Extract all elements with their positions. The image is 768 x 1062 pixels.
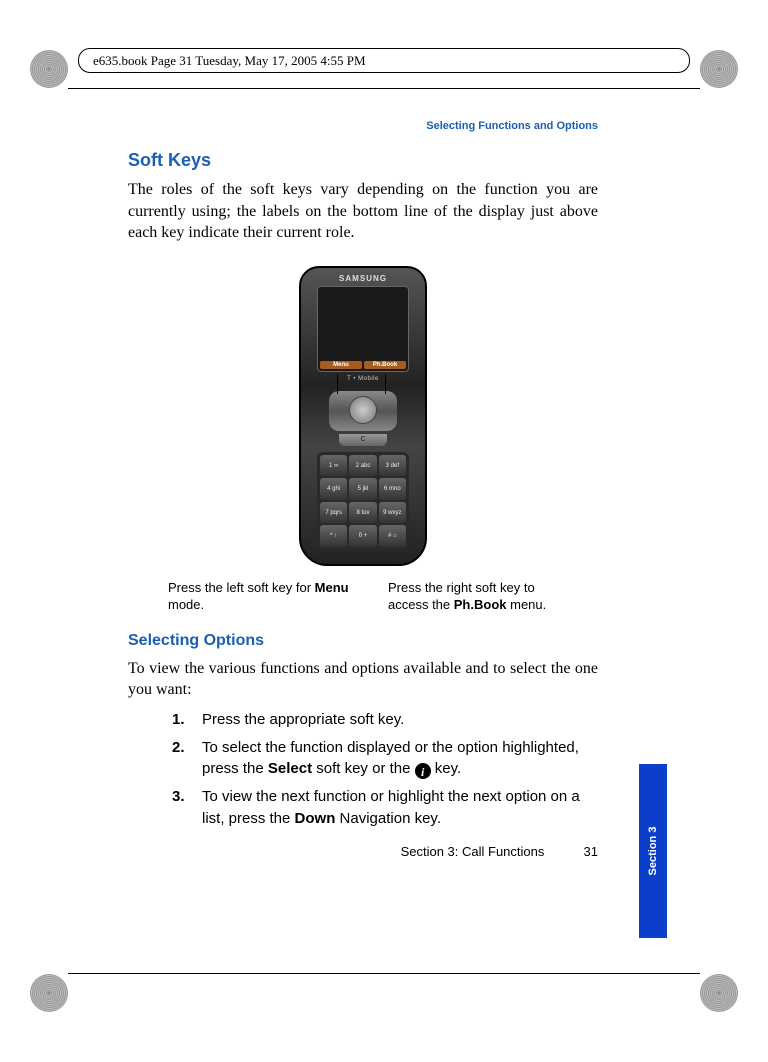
caption-right-text-c: menu. (507, 597, 547, 612)
step-1-text: Press the appropriate soft key. (202, 709, 404, 731)
crop-mark-icon (30, 974, 68, 1012)
carrier-label: T • Mobile (299, 376, 427, 382)
para-soft-keys: The roles of the soft keys vary dependin… (128, 179, 598, 244)
figure-captions: Press the left soft key for Menu mode. P… (168, 580, 598, 614)
softkey-right-label: Ph.Book (364, 361, 406, 369)
para-selecting: To view the various functions and option… (128, 658, 598, 701)
step-3-b: Down (295, 810, 336, 827)
section-tab-label: Section 3 (647, 827, 659, 876)
phone-figure: SAMSUNG Menu Ph.Book T • Mobile C 1 ∞ 2 … (128, 266, 598, 566)
key-star: * ↑ (320, 525, 347, 547)
header-meta: e635.book Page 31 Tuesday, May 17, 2005 … (78, 48, 690, 73)
crop-mark-icon (700, 974, 738, 1012)
caption-right: Press the right soft key to access the P… (388, 580, 578, 614)
leader-line (337, 374, 338, 394)
nav-center-key (349, 396, 377, 424)
ok-key-icon: i (415, 763, 431, 779)
heading-soft-keys: Soft Keys (128, 150, 598, 171)
step-3: 3. To view the next function or highligh… (172, 786, 598, 830)
top-rule (68, 88, 700, 89)
key-5: 5 jkl (349, 478, 376, 500)
key-7: 7 pqrs (320, 502, 347, 524)
caption-left-text-c: mode. (168, 597, 204, 612)
footer-page-number: 31 (548, 844, 598, 859)
key-2: 2 abc (349, 455, 376, 477)
key-6: 6 mno (379, 478, 406, 500)
phone-brand: SAMSUNG (299, 274, 427, 283)
keypad: 1 ∞ 2 abc 3 def 4 ghi 5 jkl 6 mno 7 pqrs… (317, 452, 409, 550)
step-2-b: Select (268, 760, 312, 777)
key-4: 4 ghi (320, 478, 347, 500)
step-3-c: Navigation key. (335, 810, 441, 827)
leader-line (385, 374, 386, 394)
step-2-text: To select the function displayed or the … (202, 737, 598, 781)
phone-illustration: SAMSUNG Menu Ph.Book T • Mobile C 1 ∞ 2 … (299, 266, 427, 566)
step-1-num: 1. (172, 709, 192, 731)
steps-list: 1. Press the appropriate soft key. 2. To… (172, 709, 598, 830)
footer-section: Section 3: Call Functions (401, 844, 545, 859)
key-1: 1 ∞ (320, 455, 347, 477)
page-content: Selecting Functions and Options Soft Key… (128, 120, 598, 859)
caption-left: Press the left soft key for Menu mode. (168, 580, 358, 614)
key-0: 0 + (349, 525, 376, 547)
step-3-text: To view the next function or highlight t… (202, 786, 598, 830)
step-2-c: soft key or the (312, 760, 415, 777)
step-1: 1. Press the appropriate soft key. (172, 709, 598, 731)
running-head: Selecting Functions and Options (128, 120, 598, 132)
step-2: 2. To select the function displayed or t… (172, 737, 598, 781)
step-2-num: 2. (172, 737, 192, 781)
clear-key: C (339, 434, 387, 446)
caption-left-bold: Menu (315, 580, 349, 595)
softkey-left-label: Menu (320, 361, 362, 369)
key-hash: # ⌂ (379, 525, 406, 547)
crop-mark-icon (700, 50, 738, 88)
key-9: 9 wxyz (379, 502, 406, 524)
key-3: 3 def (379, 455, 406, 477)
caption-left-text-a: Press the left soft key for (168, 580, 315, 595)
bottom-rule (68, 973, 700, 974)
key-8: 8 tuv (349, 502, 376, 524)
footer: Section 3: Call Functions 31 (128, 844, 598, 859)
phone-screen: Menu Ph.Book (317, 286, 409, 372)
caption-right-bold: Ph.Book (454, 597, 507, 612)
step-2-d: key. (431, 760, 462, 777)
step-3-num: 3. (172, 786, 192, 830)
header-meta-text: e635.book Page 31 Tuesday, May 17, 2005 … (93, 53, 366, 69)
heading-selecting-options: Selecting Options (128, 632, 598, 650)
section-tab: Section 3 (639, 764, 667, 938)
crop-mark-icon (30, 50, 68, 88)
softkey-row: Menu Ph.Book (320, 361, 406, 369)
